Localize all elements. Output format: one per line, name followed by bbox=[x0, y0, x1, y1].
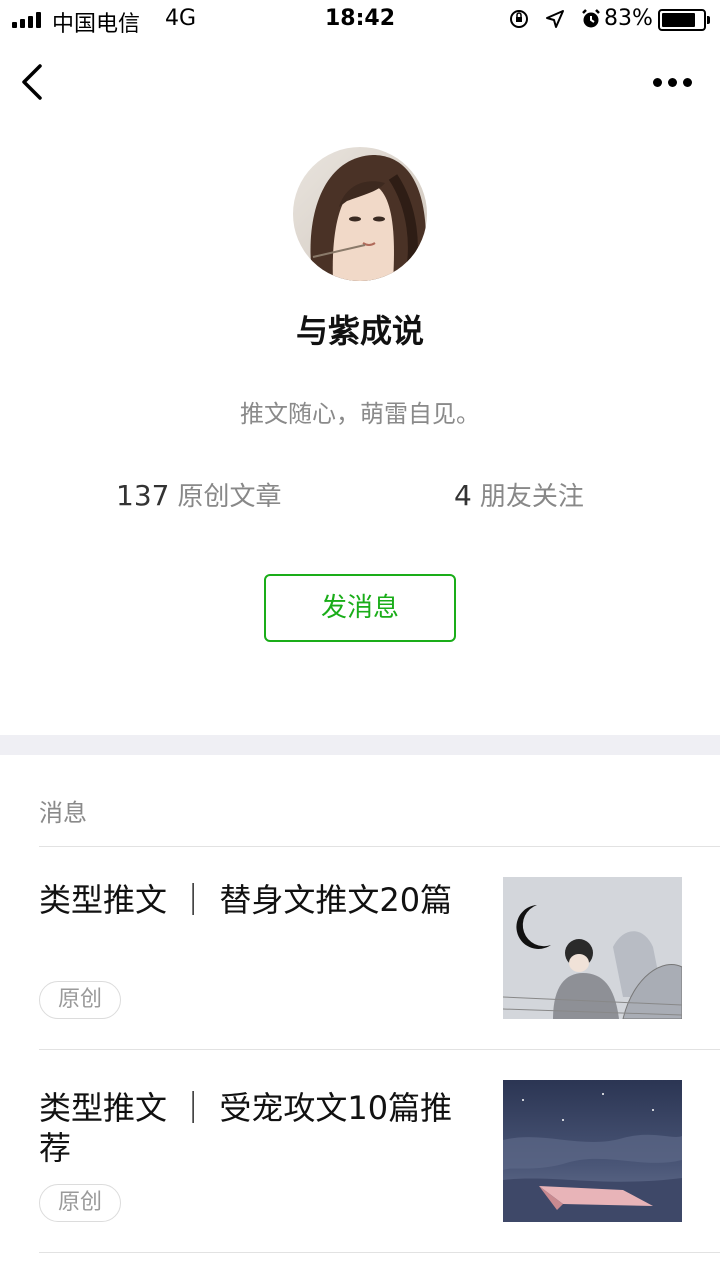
article-title: 类型推文 ｜ 替身文推文20篇 bbox=[39, 881, 453, 919]
more-options-button[interactable] bbox=[648, 68, 696, 96]
divider bbox=[39, 1049, 720, 1050]
battery-percent: 83% bbox=[604, 6, 653, 31]
stat-friends-following[interactable]: 4 朋友关注 bbox=[454, 476, 584, 513]
back-button[interactable] bbox=[16, 62, 50, 102]
original-badge: 原创 bbox=[39, 1184, 121, 1222]
article-title: 类型推文 ｜ 受宠攻文10篇推荐 bbox=[39, 1089, 453, 1167]
more-dots-icon bbox=[652, 77, 662, 87]
divider bbox=[39, 846, 720, 847]
alarm-icon bbox=[580, 8, 602, 30]
status-bar: 中国电信 4G 18:42 83% bbox=[0, 0, 720, 40]
friends-label: 朋友关注 bbox=[479, 482, 584, 512]
profile-bio: 推文随心，萌雷自见。 bbox=[240, 400, 480, 428]
article-thumbnail bbox=[503, 1080, 682, 1222]
profile-name: 与紫成说 bbox=[295, 312, 424, 350]
article-item[interactable]: 类型推文 ｜ 替身文推文20篇 原创 bbox=[0, 877, 720, 1080]
back-arrow-icon bbox=[22, 64, 42, 100]
profile-page: 中国电信 4G 18:42 83% 与紫成说 推文随心，萌雷自见。 137 原创… bbox=[0, 0, 720, 1280]
articles-count: 137 bbox=[116, 479, 170, 512]
article-thumbnail bbox=[503, 877, 682, 1019]
stat-original-articles[interactable]: 137 原创文章 bbox=[116, 476, 281, 513]
original-badge: 原创 bbox=[39, 981, 121, 1019]
avatar[interactable] bbox=[293, 147, 427, 281]
location-arrow-icon bbox=[544, 8, 566, 30]
divider bbox=[39, 1252, 720, 1253]
friends-count: 4 bbox=[454, 479, 472, 512]
section-title: 消息 bbox=[39, 799, 87, 827]
orientation-lock-icon bbox=[508, 8, 530, 30]
articles-label: 原创文章 bbox=[177, 482, 282, 512]
send-message-button[interactable]: 发消息 bbox=[264, 574, 456, 642]
battery-icon bbox=[658, 9, 710, 31]
section-divider bbox=[0, 735, 720, 755]
status-icons bbox=[508, 8, 602, 30]
